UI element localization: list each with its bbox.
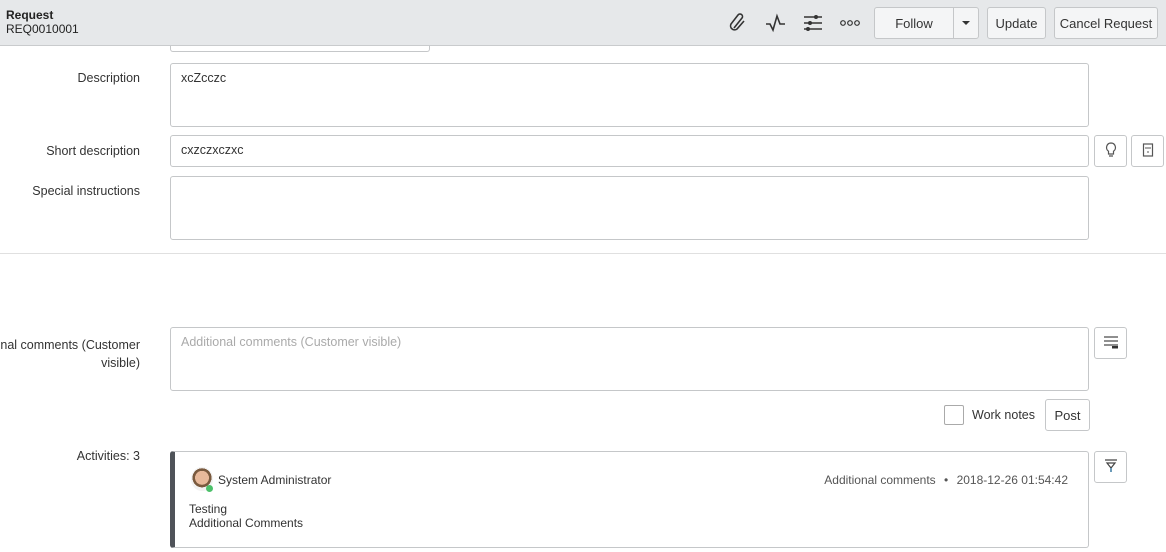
follow-button[interactable]: Follow (874, 7, 954, 39)
special-instructions-field[interactable] (170, 176, 1089, 240)
additional-comments-field[interactable]: Additional comments (Customer visible) (170, 327, 1089, 391)
journal-toggle-button[interactable] (1094, 327, 1127, 359)
work-notes-label: Work notes (972, 408, 1035, 422)
label-line: visible) (101, 356, 140, 370)
description-label: Description (77, 71, 140, 85)
online-status-dot (206, 485, 213, 492)
label-line: onal comments (Customer (0, 338, 140, 352)
personalize-icon[interactable] (801, 11, 825, 35)
caret-down-icon (962, 21, 970, 25)
form-header: Request REQ0010001 Follow Update Cancel … (0, 0, 1166, 46)
filter-icon (1104, 458, 1118, 477)
separator-dot: • (944, 473, 949, 487)
additional-comments-label: onal comments (Customer visible) (0, 336, 140, 372)
activity-stream-icon[interactable] (764, 11, 788, 35)
short-description-field[interactable]: cxzczxczxc (170, 135, 1089, 167)
work-notes-checkbox[interactable] (944, 405, 964, 425)
activity-type: Additional comments (824, 473, 936, 487)
activity-line: Additional Comments (189, 516, 304, 530)
more-options-icon[interactable] (838, 11, 862, 35)
activity-user: System Administrator (218, 473, 332, 487)
post-button[interactable]: Post (1045, 399, 1090, 431)
template-button[interactable] (1131, 135, 1164, 167)
description-field[interactable]: xcZcczc (170, 63, 1089, 127)
activity-body: Testing Additional Comments (189, 502, 303, 530)
lightbulb-icon (1105, 141, 1117, 161)
follow-dropdown-button[interactable] (953, 7, 979, 39)
activity-meta: Additional comments • 2018-12-26 01:54:4… (824, 473, 1068, 487)
activity-timestamp: 2018-12-26 01:54:42 (956, 473, 1068, 487)
activity-entry: System Administrator Additional comments… (170, 451, 1089, 548)
activities-label: Activities: 3 (76, 449, 140, 463)
section-divider (0, 253, 1166, 254)
suggestion-button[interactable] (1094, 135, 1127, 167)
special-instructions-label: Special instructions (32, 184, 140, 198)
attachment-icon[interactable] (726, 11, 750, 35)
book-icon (1142, 142, 1154, 160)
record-number: REQ0010001 (6, 22, 79, 36)
stacked-lines-icon (1103, 335, 1119, 352)
short-description-label: Short description (46, 144, 140, 158)
activity-line: Testing (189, 502, 228, 516)
field-above (170, 46, 430, 52)
cancel-request-button[interactable]: Cancel Request (1054, 7, 1158, 39)
form-title: Request (6, 8, 54, 22)
update-button[interactable]: Update (987, 7, 1046, 39)
activity-filter-button[interactable] (1094, 451, 1127, 483)
